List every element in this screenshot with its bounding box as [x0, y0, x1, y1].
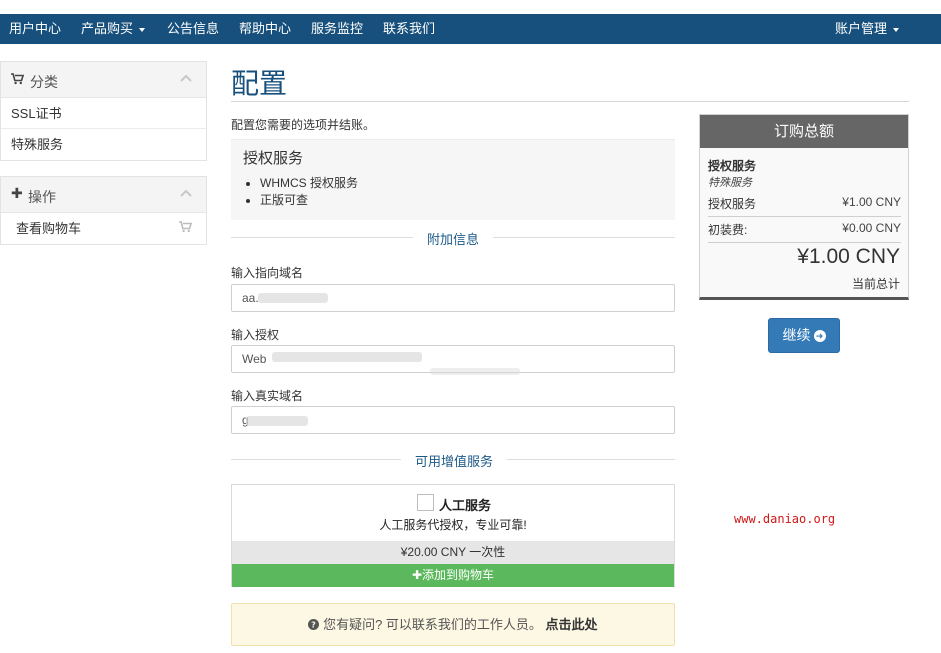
- view-cart-label: 查看购物车: [16, 221, 82, 236]
- sidebar-item-view-cart[interactable]: 查看购物车: [1, 213, 206, 244]
- nav-account-label: 账户管理: [835, 21, 888, 36]
- redacted-text: [246, 416, 308, 426]
- redacted-text: [272, 352, 422, 362]
- add-to-cart-label: 添加到购物车: [422, 568, 495, 582]
- actions-panel: ✚ 操作 查看购物车: [0, 176, 207, 245]
- product-info: 授权服务 WHMCS 授权服务 正版可查: [231, 139, 675, 220]
- nav-service-monitor[interactable]: 服务监控: [311, 14, 363, 44]
- redacted-text: [258, 293, 328, 303]
- nav-help-center[interactable]: 帮助中心: [239, 14, 291, 44]
- nav-contact-us[interactable]: 联系我们: [383, 14, 435, 44]
- nav-products-dropdown[interactable]: 产品购买: [81, 14, 146, 44]
- question-circle-icon: ?: [308, 617, 323, 632]
- additional-info-heading: 附加信息: [413, 229, 494, 248]
- order-summary: 订购总额 授权服务 特殊服务 授权服务 ¥1.00 CNY 初装费: ¥0.00…: [699, 114, 909, 300]
- feature-item: WHMCS 授权服务: [260, 175, 358, 192]
- caret-down-icon: [139, 27, 146, 32]
- add-to-cart-button[interactable]: ✚添加到购物车: [232, 564, 674, 587]
- addons-heading: 可用增值服务: [401, 451, 508, 470]
- watermark: www.daniao.org: [734, 512, 836, 526]
- summary-line: 授权服务 ¥1.00 CNY: [708, 195, 901, 217]
- chevron-up-icon[interactable]: [180, 188, 192, 200]
- summary-product-group: 特殊服务: [708, 177, 752, 189]
- addon-checkbox[interactable]: [417, 494, 434, 511]
- intro-text: 配置您需要的选项并结账。: [231, 118, 376, 132]
- help-link[interactable]: 点击此处: [546, 617, 598, 632]
- help-alert: ? 您有疑问? 可以联系我们的工作人员。 点击此处: [231, 603, 675, 646]
- summary-line-label: 授权服务: [708, 197, 757, 211]
- actions-title: 操作: [28, 189, 56, 205]
- continue-label: 继续: [782, 327, 811, 343]
- nav-announcements[interactable]: 公告信息: [167, 14, 219, 44]
- domain-field-label: 输入指向域名: [231, 266, 304, 280]
- feature-item: 正版可查: [260, 192, 358, 209]
- shopping-cart-icon: [179, 213, 193, 244]
- continue-button[interactable]: 继续 ➜: [768, 318, 840, 353]
- summary-line-label: 初装费:: [708, 223, 748, 237]
- redacted-text: [430, 368, 520, 375]
- summary-line-value: ¥0.00 CNY: [842, 221, 901, 235]
- addon-description: 人工服务代授权，专业可靠!: [379, 518, 527, 532]
- svg-text:?: ?: [312, 621, 317, 630]
- order-summary-title: 订购总额: [700, 115, 908, 148]
- addon-card: 人工服务 人工服务代授权，专业可靠! ¥20.00 CNY 一次性 ✚添加到购物…: [231, 484, 675, 587]
- caret-down-icon: [893, 27, 900, 32]
- page-title: 配置: [231, 67, 288, 100]
- real-domain-field-label: 输入真实域名: [231, 389, 304, 403]
- plus-icon: ✚: [411, 568, 423, 582]
- actions-panel-header[interactable]: ✚ 操作: [1, 177, 206, 213]
- nav-account-dropdown[interactable]: 账户管理: [835, 14, 900, 44]
- summary-line: 初装费: ¥0.00 CNY: [708, 221, 901, 243]
- plus-icon: ✚: [11, 185, 23, 201]
- summary-total: ¥1.00 CNY: [797, 245, 900, 268]
- summary-total-label: 当前总计: [851, 277, 900, 291]
- top-navbar: 用户中心 产品购买 公告信息 帮助中心 服务监控 联系我们 账户管理: [0, 14, 941, 44]
- categories-panel-header[interactable]: 分类: [1, 62, 206, 98]
- title-divider: [231, 101, 909, 102]
- addon-price: ¥20.00 CNY 一次性: [232, 541, 674, 564]
- nav-user-center[interactable]: 用户中心: [9, 14, 61, 44]
- sidebar-item-special-services[interactable]: 特殊服务: [1, 129, 206, 160]
- product-features: WHMCS 授权服务 正版可查: [260, 175, 358, 209]
- license-field-label: 输入授权: [231, 328, 280, 342]
- shopping-cart-icon: [11, 73, 25, 88]
- addon-name: 人工服务: [439, 498, 492, 513]
- arrow-circle-right-icon: ➜: [813, 330, 826, 343]
- summary-product-name: 授权服务: [708, 159, 757, 173]
- summary-line-value: ¥1.00 CNY: [842, 195, 901, 209]
- product-name: 授权服务: [243, 150, 304, 167]
- categories-title: 分类: [30, 74, 58, 90]
- chevron-up-icon[interactable]: [180, 73, 192, 85]
- sidebar-item-ssl[interactable]: SSL证书: [1, 98, 206, 129]
- nav-products-label: 产品购买: [81, 21, 134, 36]
- categories-panel: 分类 SSL证书 特殊服务: [0, 61, 207, 161]
- help-text: 您有疑问? 可以联系我们的工作人员。: [323, 617, 542, 632]
